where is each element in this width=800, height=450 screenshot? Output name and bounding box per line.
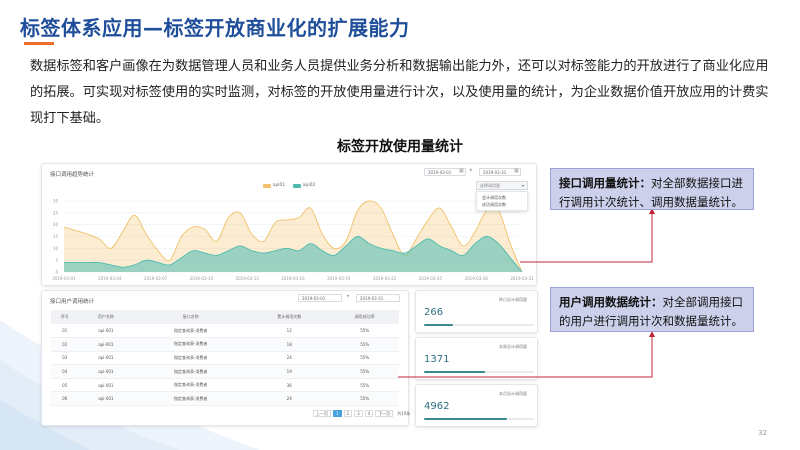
connector-line-user (398, 336, 653, 378)
callout-api-heading: 接口调用量统计： (559, 176, 651, 190)
callout-api-stats: 接口调用量统计：对全部数据接口进行调用计次统计、调用数据量统计。 (550, 168, 754, 210)
callout-user-heading: 用户调用数据统计： (559, 295, 663, 309)
connector-line-api (520, 213, 653, 263)
page-number: 32 (758, 429, 767, 437)
callout-user-stats: 用户调用数据统计：对全部调用接口的用户进行调用计次和数据量统计。 (550, 287, 754, 332)
callout-connectors (398, 208, 655, 378)
